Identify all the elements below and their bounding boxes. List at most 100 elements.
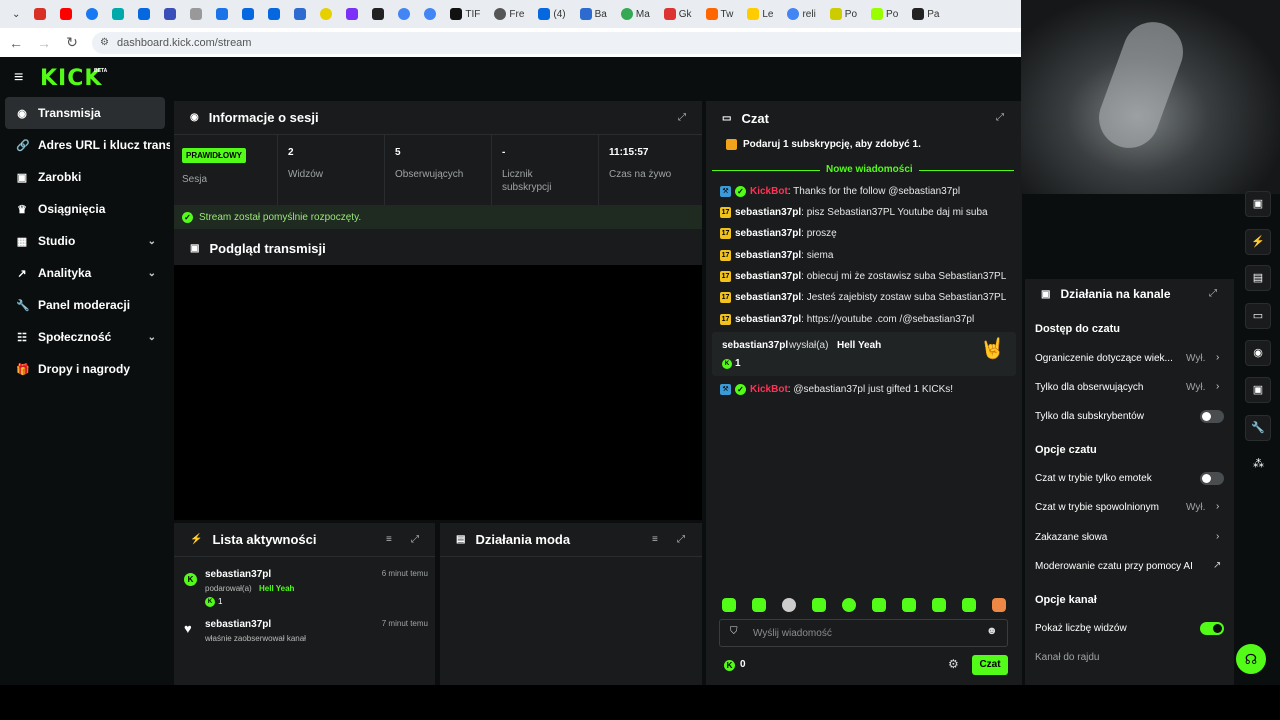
tab-item[interactable]: Tw <box>700 3 740 25</box>
rail-channel-icon[interactable]: ▣ <box>1245 377 1271 403</box>
site-info-icon[interactable]: ⚙ <box>100 37 109 48</box>
list-icon: ▤ <box>456 534 466 545</box>
tab-item[interactable]: Pa <box>906 3 945 25</box>
url-field[interactable]: ⚙ dashboard.kick.com/stream <box>92 31 1032 54</box>
expand-icon[interactable]: ⤢ <box>996 112 1004 123</box>
ai-moderation-label[interactable]: Moderowanie czatu przy pomocy AI <box>1035 561 1225 572</box>
tab-dropdown-icon[interactable]: ⌄ <box>6 3 26 25</box>
banned-words-label[interactable]: Zakazane słowa <box>1035 532 1225 543</box>
send-chat-button[interactable]: Czat <box>972 655 1008 675</box>
tab-icon[interactable] <box>158 3 182 25</box>
emote-icon[interactable] <box>872 598 886 612</box>
chevron-right-icon[interactable]: › <box>1216 381 1219 392</box>
sub-badge-icon: 17 <box>720 250 731 261</box>
sidebar-item-zarobki[interactable]: ▣ Zarobki <box>0 161 170 193</box>
show-viewers-toggle[interactable] <box>1200 622 1224 635</box>
chevron-right-icon[interactable]: › <box>1216 531 1219 542</box>
emote-icon[interactable] <box>812 598 826 612</box>
pinned-message: Podaruj 1 subskrypcję, aby zdobyć 1. <box>726 139 921 150</box>
gift-user[interactable]: sebastian37pl <box>722 340 788 351</box>
chat-username[interactable]: sebastian37pl <box>735 250 801 261</box>
emote-icon[interactable] <box>962 598 976 612</box>
meta-tab[interactable] <box>262 3 286 25</box>
subs-only-toggle[interactable] <box>1200 410 1224 423</box>
chat-text: : Thanks for the follow @sebastian37pl <box>787 186 961 197</box>
chevron-right-icon[interactable]: › <box>1216 352 1219 363</box>
activity-panel: ⚡ Lista aktywności ≡ ⤢ K sebastian37pl 6… <box>174 523 435 685</box>
youtube-tab[interactable] <box>54 3 78 25</box>
tab-item[interactable]: Ma <box>615 3 656 25</box>
google-tab[interactable] <box>392 3 416 25</box>
gmail-tab[interactable] <box>28 3 52 25</box>
menu-icon[interactable]: ≡ <box>14 69 23 87</box>
sidebar-item-panel-moderacji[interactable]: 🔧 Panel moderacji <box>0 289 170 321</box>
emoji-icon[interactable]: ☻ <box>986 625 998 637</box>
emote-icon[interactable] <box>932 598 946 612</box>
google-tab[interactable] <box>418 3 442 25</box>
tab-item[interactable]: reli <box>781 3 821 25</box>
emote-only-toggle[interactable] <box>1200 472 1224 485</box>
sidebar-item-transmisja[interactable]: ◉ Transmisja <box>5 97 165 129</box>
tab-item[interactable]: Fre <box>488 3 530 25</box>
sidebar-item-studio[interactable]: ▦ Studio ⌄ <box>0 225 170 257</box>
chat-username[interactable]: KickBot <box>750 186 788 197</box>
tab-icon[interactable] <box>314 3 338 25</box>
chat-username[interactable]: sebastian37pl <box>735 207 801 218</box>
rail-wrench-icon[interactable]: 🔧 <box>1245 415 1271 441</box>
rail-chat-icon[interactable]: ▭ <box>1245 303 1271 329</box>
forward-icon[interactable]: → <box>36 35 52 51</box>
sidebar-item-analityka[interactable]: ↗ Analityka ⌄ <box>0 257 170 289</box>
sidebar-item-osiagniecia[interactable]: ♛ Osiągnięcia <box>0 193 170 225</box>
tab-item[interactable]: Ba <box>574 3 613 25</box>
external-link-icon[interactable]: ↗ <box>1213 560 1221 571</box>
sidebar-item-spolecznosc[interactable]: ☷ Społeczność ⌄ <box>0 321 170 353</box>
filter-icon[interactable]: ≡ <box>652 534 658 545</box>
rail-more-icon[interactable]: ⁂ <box>1253 457 1264 470</box>
rail-bolt-icon[interactable]: ⚡ <box>1245 229 1271 255</box>
emote-icon[interactable] <box>902 598 916 612</box>
reload-icon[interactable]: ↻ <box>64 34 80 51</box>
tab-icon[interactable] <box>210 3 234 25</box>
tab-icon[interactable] <box>366 3 390 25</box>
expand-icon[interactable]: ⤢ <box>677 534 685 545</box>
raid-channel-label[interactable]: Kanał do rajdu <box>1035 652 1225 663</box>
tab-item[interactable]: Po <box>824 3 863 25</box>
tab-item[interactable]: (4) <box>532 3 571 25</box>
emote-icon[interactable] <box>782 598 796 612</box>
chat-username[interactable]: sebastian37pl <box>735 271 801 282</box>
meta-tab[interactable] <box>132 3 156 25</box>
tab-item[interactable]: TIF <box>444 3 486 25</box>
sidebar-item-stream-key[interactable]: 🔗 Adres URL i klucz transmisji <box>0 129 170 161</box>
settings-gear-icon[interactable]: ⚙ <box>948 657 959 671</box>
support-chat-button[interactable]: ☊ <box>1236 644 1266 674</box>
sidebar-item-dropy[interactable]: 🎁 Dropy i nagrody <box>0 353 170 385</box>
meta-tab[interactable] <box>236 3 260 25</box>
filter-icon[interactable]: ≡ <box>386 534 392 545</box>
emote-icon[interactable] <box>842 598 856 612</box>
tab-icon[interactable] <box>184 3 208 25</box>
chat-username[interactable]: KickBot <box>750 384 788 395</box>
chat-username[interactable]: sebastian37pl <box>735 228 801 239</box>
chevron-right-icon[interactable]: › <box>1216 501 1219 512</box>
tab-icon[interactable] <box>106 3 130 25</box>
emote-icon[interactable] <box>722 598 736 612</box>
tab-item[interactable]: Le <box>741 3 779 25</box>
emote-icon[interactable] <box>752 598 766 612</box>
tab-icon[interactable] <box>288 3 312 25</box>
rail-record-icon[interactable]: ◉ <box>1245 340 1271 366</box>
expand-icon[interactable]: ⤢ <box>678 112 686 123</box>
chat-input-box[interactable]: ⛉ Wyślij wiadomość ☻ <box>719 619 1008 647</box>
facebook-tab[interactable] <box>80 3 104 25</box>
expand-icon[interactable]: ⤢ <box>411 534 419 545</box>
emote-icon[interactable] <box>992 598 1006 612</box>
chat-username[interactable]: sebastian37pl <box>735 292 801 303</box>
gift-icon: 🎁 <box>16 363 30 376</box>
expand-icon[interactable]: ⤢ <box>1209 288 1217 299</box>
rail-video-icon[interactable]: ▣ <box>1245 191 1271 217</box>
tab-item[interactable]: Gk <box>658 3 698 25</box>
rail-list-icon[interactable]: ▤ <box>1245 265 1271 291</box>
chat-username[interactable]: sebastian37pl <box>735 314 801 325</box>
back-icon[interactable]: ← <box>8 35 24 51</box>
tab-icon[interactable] <box>340 3 364 25</box>
tab-item[interactable]: Po <box>865 3 904 25</box>
